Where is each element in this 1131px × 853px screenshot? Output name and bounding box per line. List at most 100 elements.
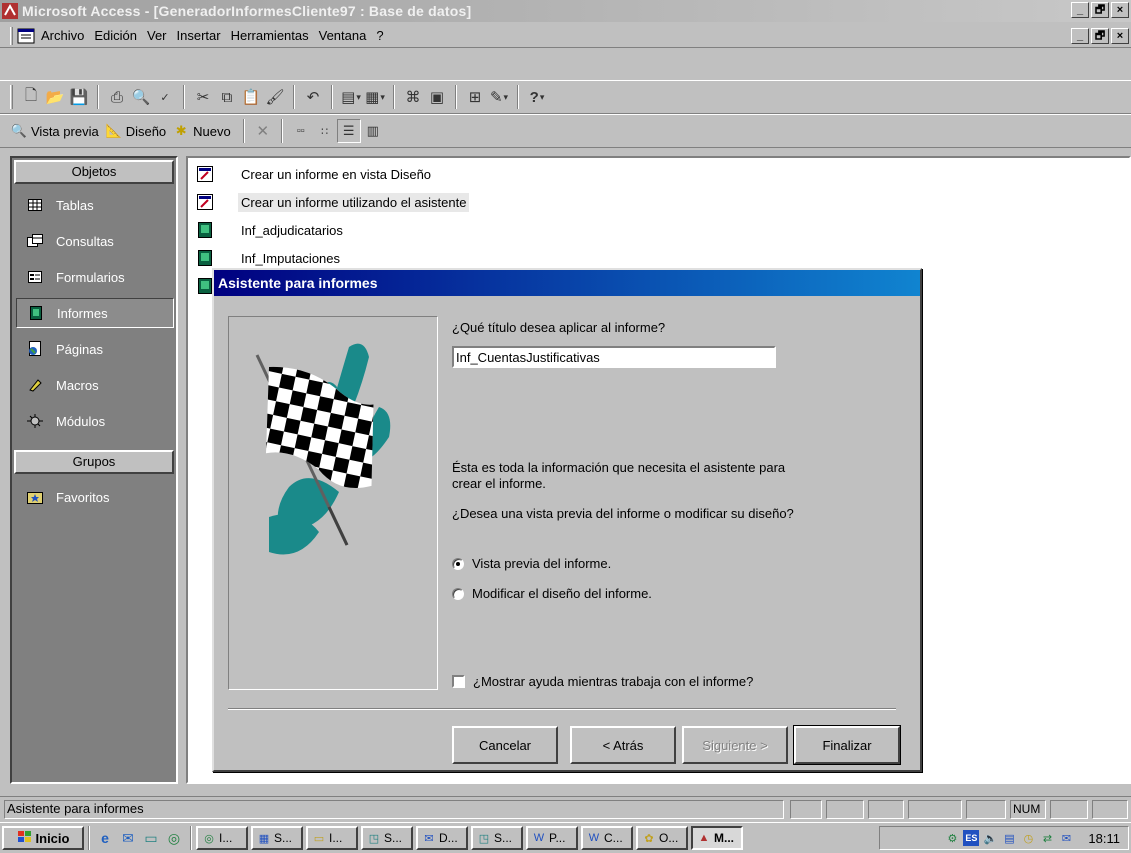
object-formularios[interactable]: Formularios bbox=[16, 262, 174, 292]
menu-archivo[interactable]: Archivo bbox=[41, 28, 84, 43]
spelling-icon[interactable]: ✓ bbox=[153, 85, 177, 109]
preview-radio[interactable]: Vista previa del informe. bbox=[452, 556, 611, 571]
list-item[interactable]: Inf_Imputaciones bbox=[196, 246, 343, 270]
list-item[interactable]: Crear un informe en vista Diseño bbox=[196, 162, 434, 186]
save-icon[interactable]: 💾 bbox=[67, 85, 91, 109]
help-icon[interactable]: ? bbox=[525, 85, 549, 109]
details-view-icon[interactable]: ▥ bbox=[361, 119, 385, 143]
menu-herramientas[interactable]: Herramientas bbox=[231, 28, 309, 43]
task-button[interactable]: ▭ I... bbox=[306, 826, 358, 850]
close-button[interactable]: × bbox=[1111, 2, 1129, 18]
undo-icon[interactable]: ↶ bbox=[301, 85, 325, 109]
small-icons-icon[interactable]: ∷ bbox=[313, 119, 337, 143]
task-button-active[interactable]: ▲ M... bbox=[691, 826, 743, 850]
format-painter-icon[interactable]: 🖌 bbox=[263, 85, 287, 109]
large-icons-icon[interactable]: ▫▫ bbox=[289, 119, 313, 143]
task-button[interactable]: ◎ I... bbox=[196, 826, 248, 850]
task-button[interactable]: ✿ O... bbox=[636, 826, 688, 850]
menu-ventana[interactable]: Ventana bbox=[319, 28, 367, 43]
objects-header[interactable]: Objetos bbox=[14, 160, 174, 184]
task-button[interactable]: W P... bbox=[526, 826, 578, 850]
object-modulos[interactable]: Módulos bbox=[16, 406, 174, 436]
status-text: Asistente para informes bbox=[4, 800, 784, 819]
volume-icon[interactable]: 🔈 bbox=[982, 830, 998, 846]
new-button[interactable]: ✱ Nuevo bbox=[172, 123, 231, 139]
modify-radio-circle[interactable] bbox=[452, 587, 464, 600]
paste-icon[interactable]: 📋 bbox=[239, 85, 263, 109]
display-icon[interactable]: ▤ bbox=[1001, 830, 1017, 846]
toolbar-grip[interactable] bbox=[10, 85, 13, 109]
task-button[interactable]: ▦ S... bbox=[251, 826, 303, 850]
doc-close-button[interactable]: × bbox=[1111, 28, 1129, 44]
doc-minimize-button[interactable]: _ bbox=[1071, 28, 1089, 44]
group-label: Favoritos bbox=[56, 489, 110, 505]
doc-restore-button[interactable]: 🗗 bbox=[1091, 28, 1109, 44]
status-cell bbox=[966, 800, 1006, 819]
next-button[interactable]: Siguiente > bbox=[682, 726, 788, 764]
object-paginas[interactable]: Páginas bbox=[16, 334, 174, 364]
list-item[interactable]: Inf_adjudicatarios bbox=[196, 218, 346, 242]
form-icon bbox=[26, 269, 44, 285]
preview-button[interactable]: 🔍 Vista previa bbox=[10, 123, 99, 139]
access-app-icon[interactable] bbox=[2, 3, 18, 19]
network-icon[interactable]: ⚙ bbox=[944, 830, 960, 846]
design-button[interactable]: 📐 Diseño bbox=[105, 123, 167, 139]
relationships-icon[interactable]: ⊞ bbox=[463, 85, 487, 109]
delete-icon[interactable]: ✕ bbox=[251, 119, 275, 143]
cut-icon[interactable]: ✂ bbox=[191, 85, 215, 109]
object-macros[interactable]: Macros bbox=[16, 370, 174, 400]
code-icon[interactable]: ⌘ bbox=[401, 85, 425, 109]
report-title-input[interactable] bbox=[452, 346, 776, 368]
finish-button[interactable]: Finalizar bbox=[793, 725, 901, 765]
menu-ver[interactable]: Ver bbox=[147, 28, 167, 43]
table-icon bbox=[26, 197, 44, 213]
print-preview-icon[interactable]: 🔍 bbox=[129, 85, 153, 109]
dialog-title[interactable]: Asistente para informes bbox=[214, 270, 920, 296]
menu-insertar[interactable]: Insertar bbox=[177, 28, 221, 43]
preview-label: Vista previa bbox=[31, 123, 99, 139]
task-button[interactable]: ◳ S... bbox=[361, 826, 413, 850]
list-view-icon[interactable]: ☰ bbox=[336, 119, 361, 143]
objects-bar: Objetos Tablas Consultas Formularios Inf… bbox=[10, 156, 178, 784]
group-favoritos[interactable]: Favoritos bbox=[16, 482, 174, 512]
menu-help[interactable]: ? bbox=[376, 28, 383, 43]
modify-design-radio[interactable]: Modificar el diseño del informe. bbox=[452, 586, 652, 601]
start-button[interactable]: Inicio bbox=[2, 826, 84, 850]
office-links-icon[interactable]: ▤ bbox=[339, 85, 363, 109]
start-label: Inicio bbox=[35, 830, 70, 846]
back-button[interactable]: < Atrás bbox=[570, 726, 676, 764]
show-help-checkbox[interactable]: ¿Mostrar ayuda mientras trabaja con el i… bbox=[452, 674, 753, 689]
print-icon[interactable]: ⎙ bbox=[105, 85, 129, 109]
outlook-express-icon[interactable]: ✉ bbox=[117, 827, 139, 849]
task-button[interactable]: ✉ D... bbox=[416, 826, 468, 850]
list-item[interactable]: Crear un informe utilizando el asistente bbox=[196, 190, 470, 214]
restore-button[interactable]: 🗗 bbox=[1091, 2, 1109, 18]
channels-icon[interactable]: ◎ bbox=[163, 827, 185, 849]
ie-icon[interactable]: e bbox=[94, 827, 116, 849]
new-icon[interactable]: 🗋 bbox=[19, 85, 43, 109]
cancel-button[interactable]: Cancelar bbox=[452, 726, 558, 764]
object-tablas[interactable]: Tablas bbox=[16, 190, 174, 220]
analyze-icon[interactable]: ▦ bbox=[363, 85, 387, 109]
language-indicator[interactable]: ES bbox=[963, 830, 980, 846]
minimize-button[interactable]: _ bbox=[1071, 2, 1089, 18]
copy-icon[interactable]: ⧉ bbox=[215, 85, 239, 109]
show-help-checkbox-box[interactable] bbox=[452, 675, 465, 688]
groups-header[interactable]: Grupos bbox=[14, 450, 174, 474]
menu-grip[interactable] bbox=[10, 26, 13, 45]
mail-icon[interactable]: ✉ bbox=[1058, 830, 1074, 846]
menu-edicion[interactable]: Edición bbox=[94, 28, 137, 43]
object-consultas[interactable]: Consultas bbox=[16, 226, 174, 256]
menu-bar: Archivo Edición Ver Insertar Herramienta… bbox=[0, 24, 1131, 48]
preview-radio-circle[interactable] bbox=[452, 557, 464, 570]
task-button[interactable]: ◳ S... bbox=[471, 826, 523, 850]
properties-icon[interactable]: ▣ bbox=[425, 85, 449, 109]
open-icon[interactable]: 📂 bbox=[43, 85, 67, 109]
database-window-icon[interactable] bbox=[17, 28, 35, 44]
connection-icon[interactable]: ⇄ bbox=[1039, 830, 1055, 846]
scheduler-icon[interactable]: ◷ bbox=[1020, 830, 1036, 846]
task-button[interactable]: W C... bbox=[581, 826, 633, 850]
desktop-icon[interactable]: ▭ bbox=[140, 827, 162, 849]
object-informes[interactable]: Informes bbox=[16, 298, 174, 328]
new-object-icon[interactable]: ✎ bbox=[487, 85, 511, 109]
